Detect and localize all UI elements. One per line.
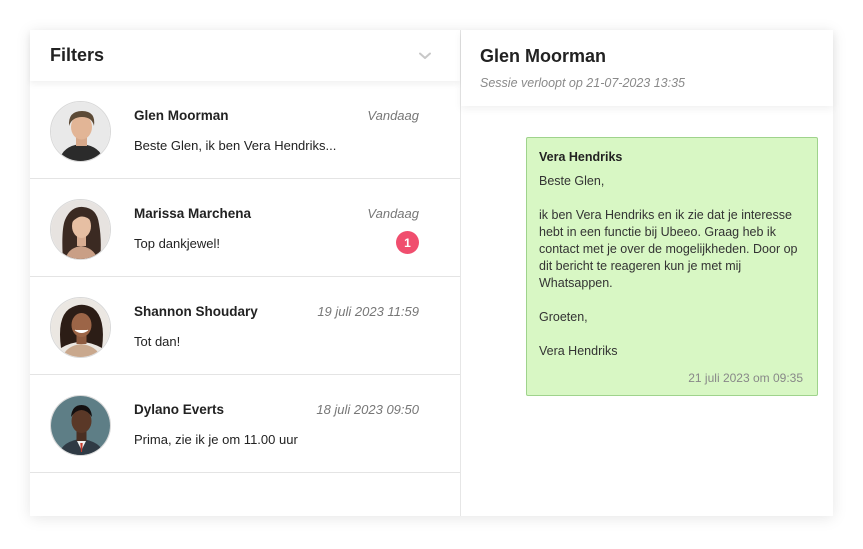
- conversation-item[interactable]: Marissa Marchena Vandaag Top dankjewel! …: [30, 179, 460, 277]
- avatar: [50, 297, 111, 358]
- conversation-item[interactable]: Glen Moorman Vandaag Beste Glen, ik ben …: [30, 81, 460, 179]
- message-preview: Tot dan!: [134, 334, 181, 349]
- conversation-time: Vandaag: [367, 206, 419, 221]
- avatar: [50, 199, 111, 260]
- message-preview: Prima, zie ik je om 11.00 uur: [134, 432, 298, 447]
- avatar: [50, 101, 111, 162]
- conversation-panel: Filters Glen Moorman Vandaag Beste Glen,…: [30, 30, 461, 516]
- message-paragraph: Beste Glen,: [539, 174, 605, 188]
- contact-name: Marissa Marchena: [134, 206, 252, 221]
- message-paragraph: Groeten,: [539, 310, 588, 324]
- message-preview: Beste Glen, ik ben Vera Hendriks...: [134, 138, 337, 153]
- chat-panel: Glen Moorman Sessie verloopt op 21-07-20…: [461, 30, 833, 516]
- message-body: Beste Glen, ik ben Vera Hendriks en ik z…: [539, 173, 805, 360]
- filters-title: Filters: [50, 45, 105, 65]
- contact-name: Shannon Shoudary: [134, 304, 258, 319]
- chat-title: Glen Moorman: [480, 46, 607, 66]
- conversation-time: Vandaag: [367, 108, 419, 123]
- message-preview: Top dankjewel!: [134, 236, 220, 251]
- conversation-list: Glen Moorman Vandaag Beste Glen, ik ben …: [30, 81, 460, 473]
- message-paragraph: ik ben Vera Hendriks en ik zie dat je in…: [539, 208, 798, 290]
- filters-header[interactable]: Filters: [30, 30, 460, 81]
- conversation-time: 19 juli 2023 11:59: [317, 304, 419, 319]
- message-bubble: Vera Hendriks Beste Glen, ik ben Vera He…: [526, 137, 818, 396]
- conversation-item[interactable]: Dylano Everts 18 juli 2023 09:50 Prima, …: [30, 375, 460, 473]
- conversation-item[interactable]: Shannon Shoudary 19 juli 2023 11:59 Tot …: [30, 277, 460, 375]
- avatar: [50, 395, 111, 456]
- contact-name: Dylano Everts: [134, 402, 225, 417]
- message-paragraph: Vera Hendriks: [539, 344, 618, 358]
- session-expiry: Sessie verloopt op 21-07-2023 13:35: [480, 76, 686, 90]
- message-sender: Vera Hendriks: [539, 150, 623, 164]
- chat-header: Glen Moorman Sessie verloopt op 21-07-20…: [461, 30, 833, 106]
- messaging-app: Filters Glen Moorman Vandaag Beste Glen,…: [30, 30, 833, 516]
- contact-name: Glen Moorman: [134, 108, 229, 123]
- message-timestamp: 21 juli 2023 om 09:35: [688, 371, 803, 385]
- conversation-time: 18 juli 2023 09:50: [316, 402, 419, 417]
- chevron-down-icon[interactable]: [418, 49, 432, 63]
- unread-badge: 1: [396, 231, 419, 254]
